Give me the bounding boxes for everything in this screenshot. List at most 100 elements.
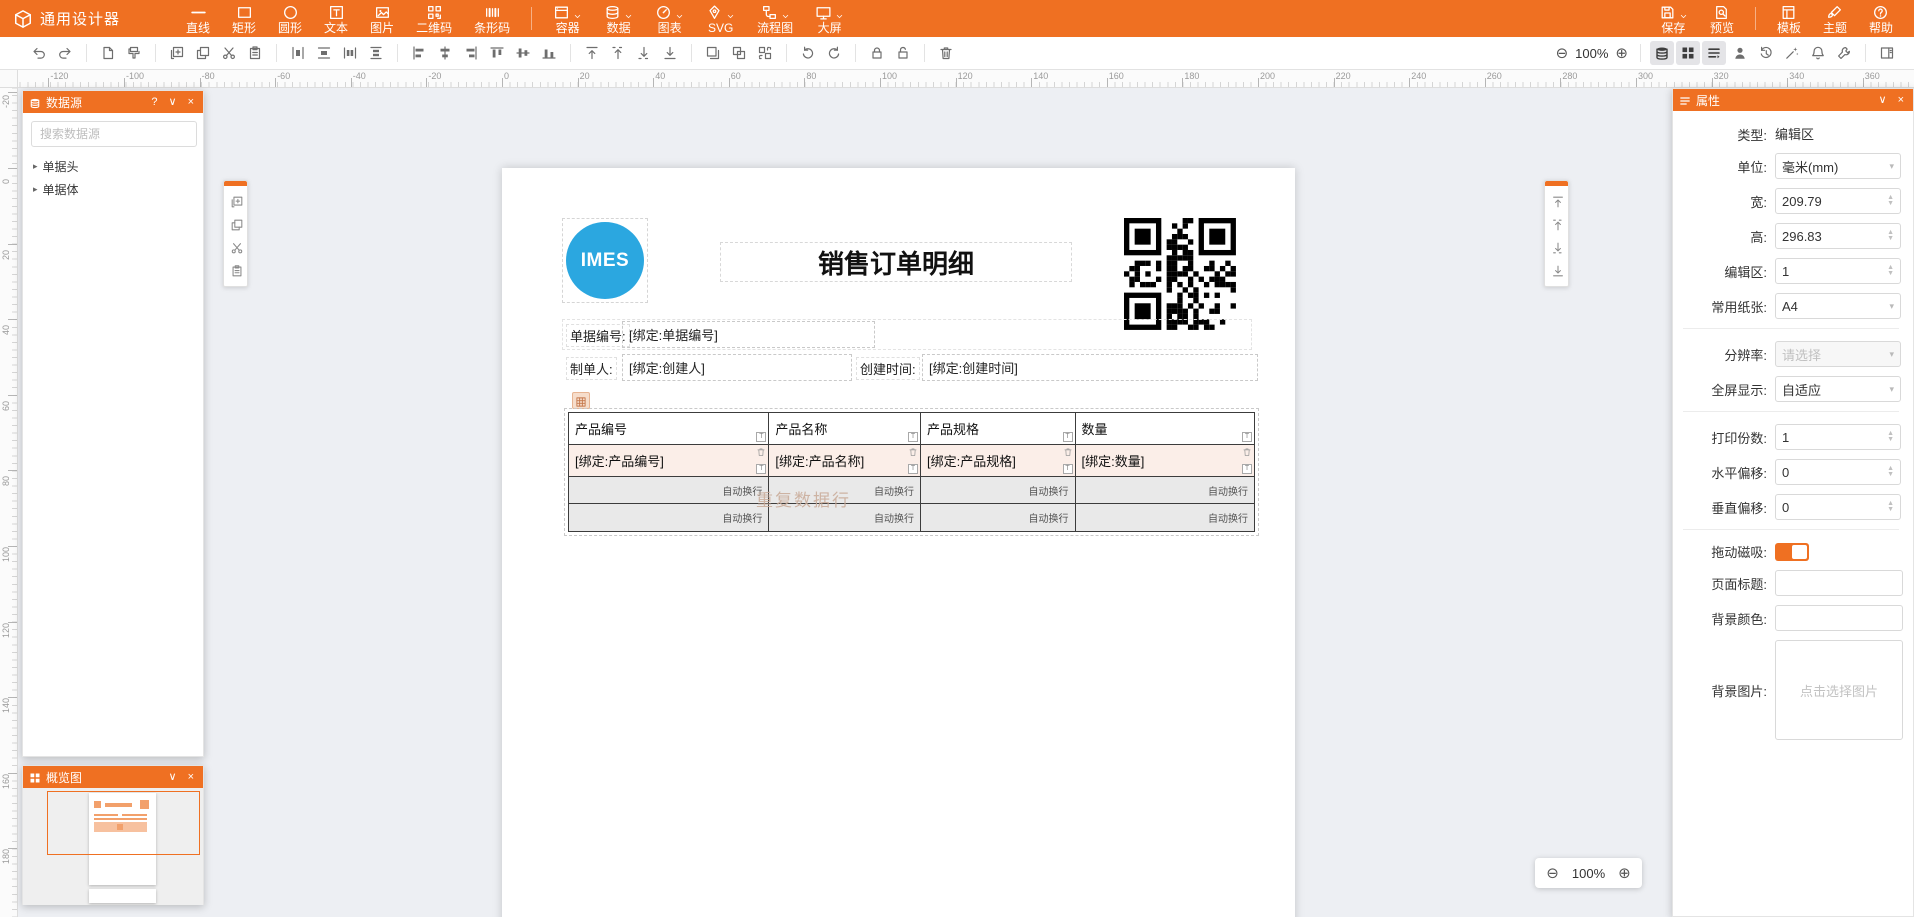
viewport-rectangle[interactable]: [47, 791, 200, 855]
prop-number-print-copies[interactable]: 1▲▼: [1775, 424, 1901, 450]
canvas-workarea[interactable]: IMES 销售订单明细 单据编号: [绑定:单据编号] 制单人: [绑定:创建人…: [18, 88, 1672, 917]
prop-number-width[interactable]: 209.79▲▼: [1775, 188, 1901, 214]
table-autowrap-cell[interactable]: 自动换行: [1076, 477, 1254, 504]
space-h-button[interactable]: [338, 41, 362, 65]
delete-icon[interactable]: [1242, 447, 1252, 457]
paste-button[interactable]: [224, 259, 249, 282]
table-settings-icon[interactable]: [572, 392, 590, 409]
align-top-button[interactable]: [485, 41, 509, 65]
rotate-left-button[interactable]: [796, 41, 820, 65]
table-autowrap-cell[interactable]: 自动换行: [1076, 504, 1254, 531]
properties-panel-header[interactable]: 属性 ∨ ×: [1673, 89, 1913, 111]
logo-element[interactable]: IMES: [562, 218, 648, 303]
collapse-icon[interactable]: ∨: [166, 91, 180, 113]
text-tool-icon[interactable]: T: [1242, 464, 1252, 474]
prop-number-offset-h[interactable]: 0▲▼: [1775, 459, 1901, 485]
copy-button[interactable]: [224, 213, 249, 236]
collapse-icon[interactable]: ∨: [166, 766, 180, 788]
prop-input-page-title[interactable]: [1775, 570, 1903, 596]
tool-line-button[interactable]: 直线: [175, 0, 221, 37]
delete-icon[interactable]: [908, 447, 918, 457]
table-binding-cell[interactable]: [绑定:产品规格]T: [921, 445, 1075, 477]
text-tool-icon[interactable]: T: [908, 464, 918, 474]
dist-h-button[interactable]: [286, 41, 310, 65]
text-tool-icon[interactable]: T: [756, 432, 766, 442]
creator-binding[interactable]: [绑定:创建人]: [622, 354, 852, 381]
data-table[interactable]: 产品编号T[绑定:产品编号]T自动换行自动换行产品名称T[绑定:产品名称]T自动…: [568, 412, 1255, 532]
prop-imagebox-bg-image[interactable]: 点击选择图片: [1775, 640, 1903, 740]
tree-item-单据头[interactable]: ▸单据头: [23, 155, 203, 178]
tool-theme-button[interactable]: 主题: [1812, 0, 1858, 37]
copy-button[interactable]: [191, 41, 215, 65]
canvas-zoom-in-button[interactable]: ⊕: [1614, 864, 1635, 882]
prop-select-unit[interactable]: 毫米(mm)▾: [1775, 153, 1901, 179]
creator-label[interactable]: 制单人:: [566, 357, 617, 380]
datasource-panel-toggle-button[interactable]: [1650, 41, 1674, 65]
tool-rect-button[interactable]: 矩形: [221, 0, 267, 37]
tool-image-button[interactable]: 图片: [359, 0, 405, 37]
table-autowrap-cell[interactable]: 自动换行: [921, 504, 1075, 531]
redo-button[interactable]: [53, 41, 77, 65]
to-back-button[interactable]: [658, 41, 682, 65]
to-back-button[interactable]: [1545, 259, 1570, 282]
table-autowrap-cell[interactable]: 自动换行: [769, 504, 920, 531]
order-no-label[interactable]: 单据编号:: [566, 324, 630, 347]
table-autowrap-cell[interactable]: 自动换行: [569, 504, 768, 531]
table-header-cell[interactable]: 产品编号T: [569, 413, 768, 445]
dist-v-button[interactable]: [312, 41, 336, 65]
datasource-search-input[interactable]: [31, 121, 197, 147]
paste-button[interactable]: [243, 41, 267, 65]
add-copy-button[interactable]: [224, 190, 249, 213]
tool-flowchart-button[interactable]: 流程图: [746, 0, 804, 37]
caret-right-icon[interactable]: ▸: [33, 184, 38, 195]
layers-panel-toggle-button[interactable]: [1702, 41, 1726, 65]
table-autowrap-cell[interactable]: 自动换行: [569, 477, 768, 504]
magic-wand-toggle-button[interactable]: [1780, 41, 1804, 65]
datasource-panel-header[interactable]: 数据源 ? ∨ ×: [23, 91, 203, 113]
tool-circle-button[interactable]: 圆形: [267, 0, 313, 37]
canvas-zoom-out-button[interactable]: ⊖: [1542, 864, 1563, 882]
tool-help-button[interactable]: 帮助: [1858, 0, 1904, 37]
tool-container-button[interactable]: 容器: [542, 0, 593, 37]
ungroup-button[interactable]: [753, 41, 777, 65]
tool-barcode-button[interactable]: 条形码: [463, 0, 521, 37]
undo-button[interactable]: [27, 41, 51, 65]
new-file-button[interactable]: [96, 41, 120, 65]
number-stepper[interactable]: ▲▼: [1887, 195, 1894, 207]
tool-text-button[interactable]: 文本: [313, 0, 359, 37]
delete-icon[interactable]: [1063, 447, 1073, 457]
number-stepper[interactable]: ▲▼: [1887, 431, 1894, 443]
drag-handle[interactable]: [1545, 181, 1568, 186]
cut-button[interactable]: [217, 41, 241, 65]
table-header-cell[interactable]: 产品规格T: [921, 413, 1075, 445]
design-page[interactable]: IMES 销售订单明细 单据编号: [绑定:单据编号] 制单人: [绑定:创建人…: [502, 168, 1295, 917]
align-center-button[interactable]: [433, 41, 457, 65]
rotate-right-button[interactable]: [822, 41, 846, 65]
table-autowrap-cell[interactable]: 自动换行: [921, 477, 1075, 504]
prop-select-paper[interactable]: A4▾: [1775, 293, 1901, 319]
caret-right-icon[interactable]: ▸: [33, 161, 38, 172]
tool-data-button[interactable]: 数据: [593, 0, 644, 37]
table-header-cell[interactable]: 产品名称T: [769, 413, 920, 445]
tool-qrcode-button[interactable]: 二维码: [405, 0, 463, 37]
table-autowrap-cell[interactable]: 自动换行: [769, 477, 920, 504]
prop-number-edit-area[interactable]: 1▲▼: [1775, 258, 1901, 284]
drag-handle[interactable]: [224, 181, 247, 186]
tool-save-button[interactable]: 保存: [1648, 0, 1699, 37]
clone-button[interactable]: [701, 41, 725, 65]
text-tool-icon[interactable]: T: [756, 464, 766, 474]
align-left-button[interactable]: [407, 41, 431, 65]
overview-panel-toggle-button[interactable]: [1676, 41, 1700, 65]
prop-select-fullscreen[interactable]: 自适应▾: [1775, 376, 1901, 402]
close-icon[interactable]: ×: [185, 91, 197, 113]
number-stepper[interactable]: ▲▼: [1887, 501, 1894, 513]
history-toggle-button[interactable]: [1754, 41, 1778, 65]
prop-toggle-drag-snap[interactable]: [1775, 543, 1809, 561]
collapse-icon[interactable]: ∨: [1876, 89, 1890, 111]
report-title[interactable]: 销售订单明细: [720, 242, 1072, 282]
prop-number-offset-v[interactable]: 0▲▼: [1775, 494, 1901, 520]
tool-chart-button[interactable]: 图表: [644, 0, 695, 37]
text-tool-icon[interactable]: T: [1242, 432, 1252, 442]
delete-button[interactable]: [934, 41, 958, 65]
bell-toggle-button[interactable]: [1806, 41, 1830, 65]
